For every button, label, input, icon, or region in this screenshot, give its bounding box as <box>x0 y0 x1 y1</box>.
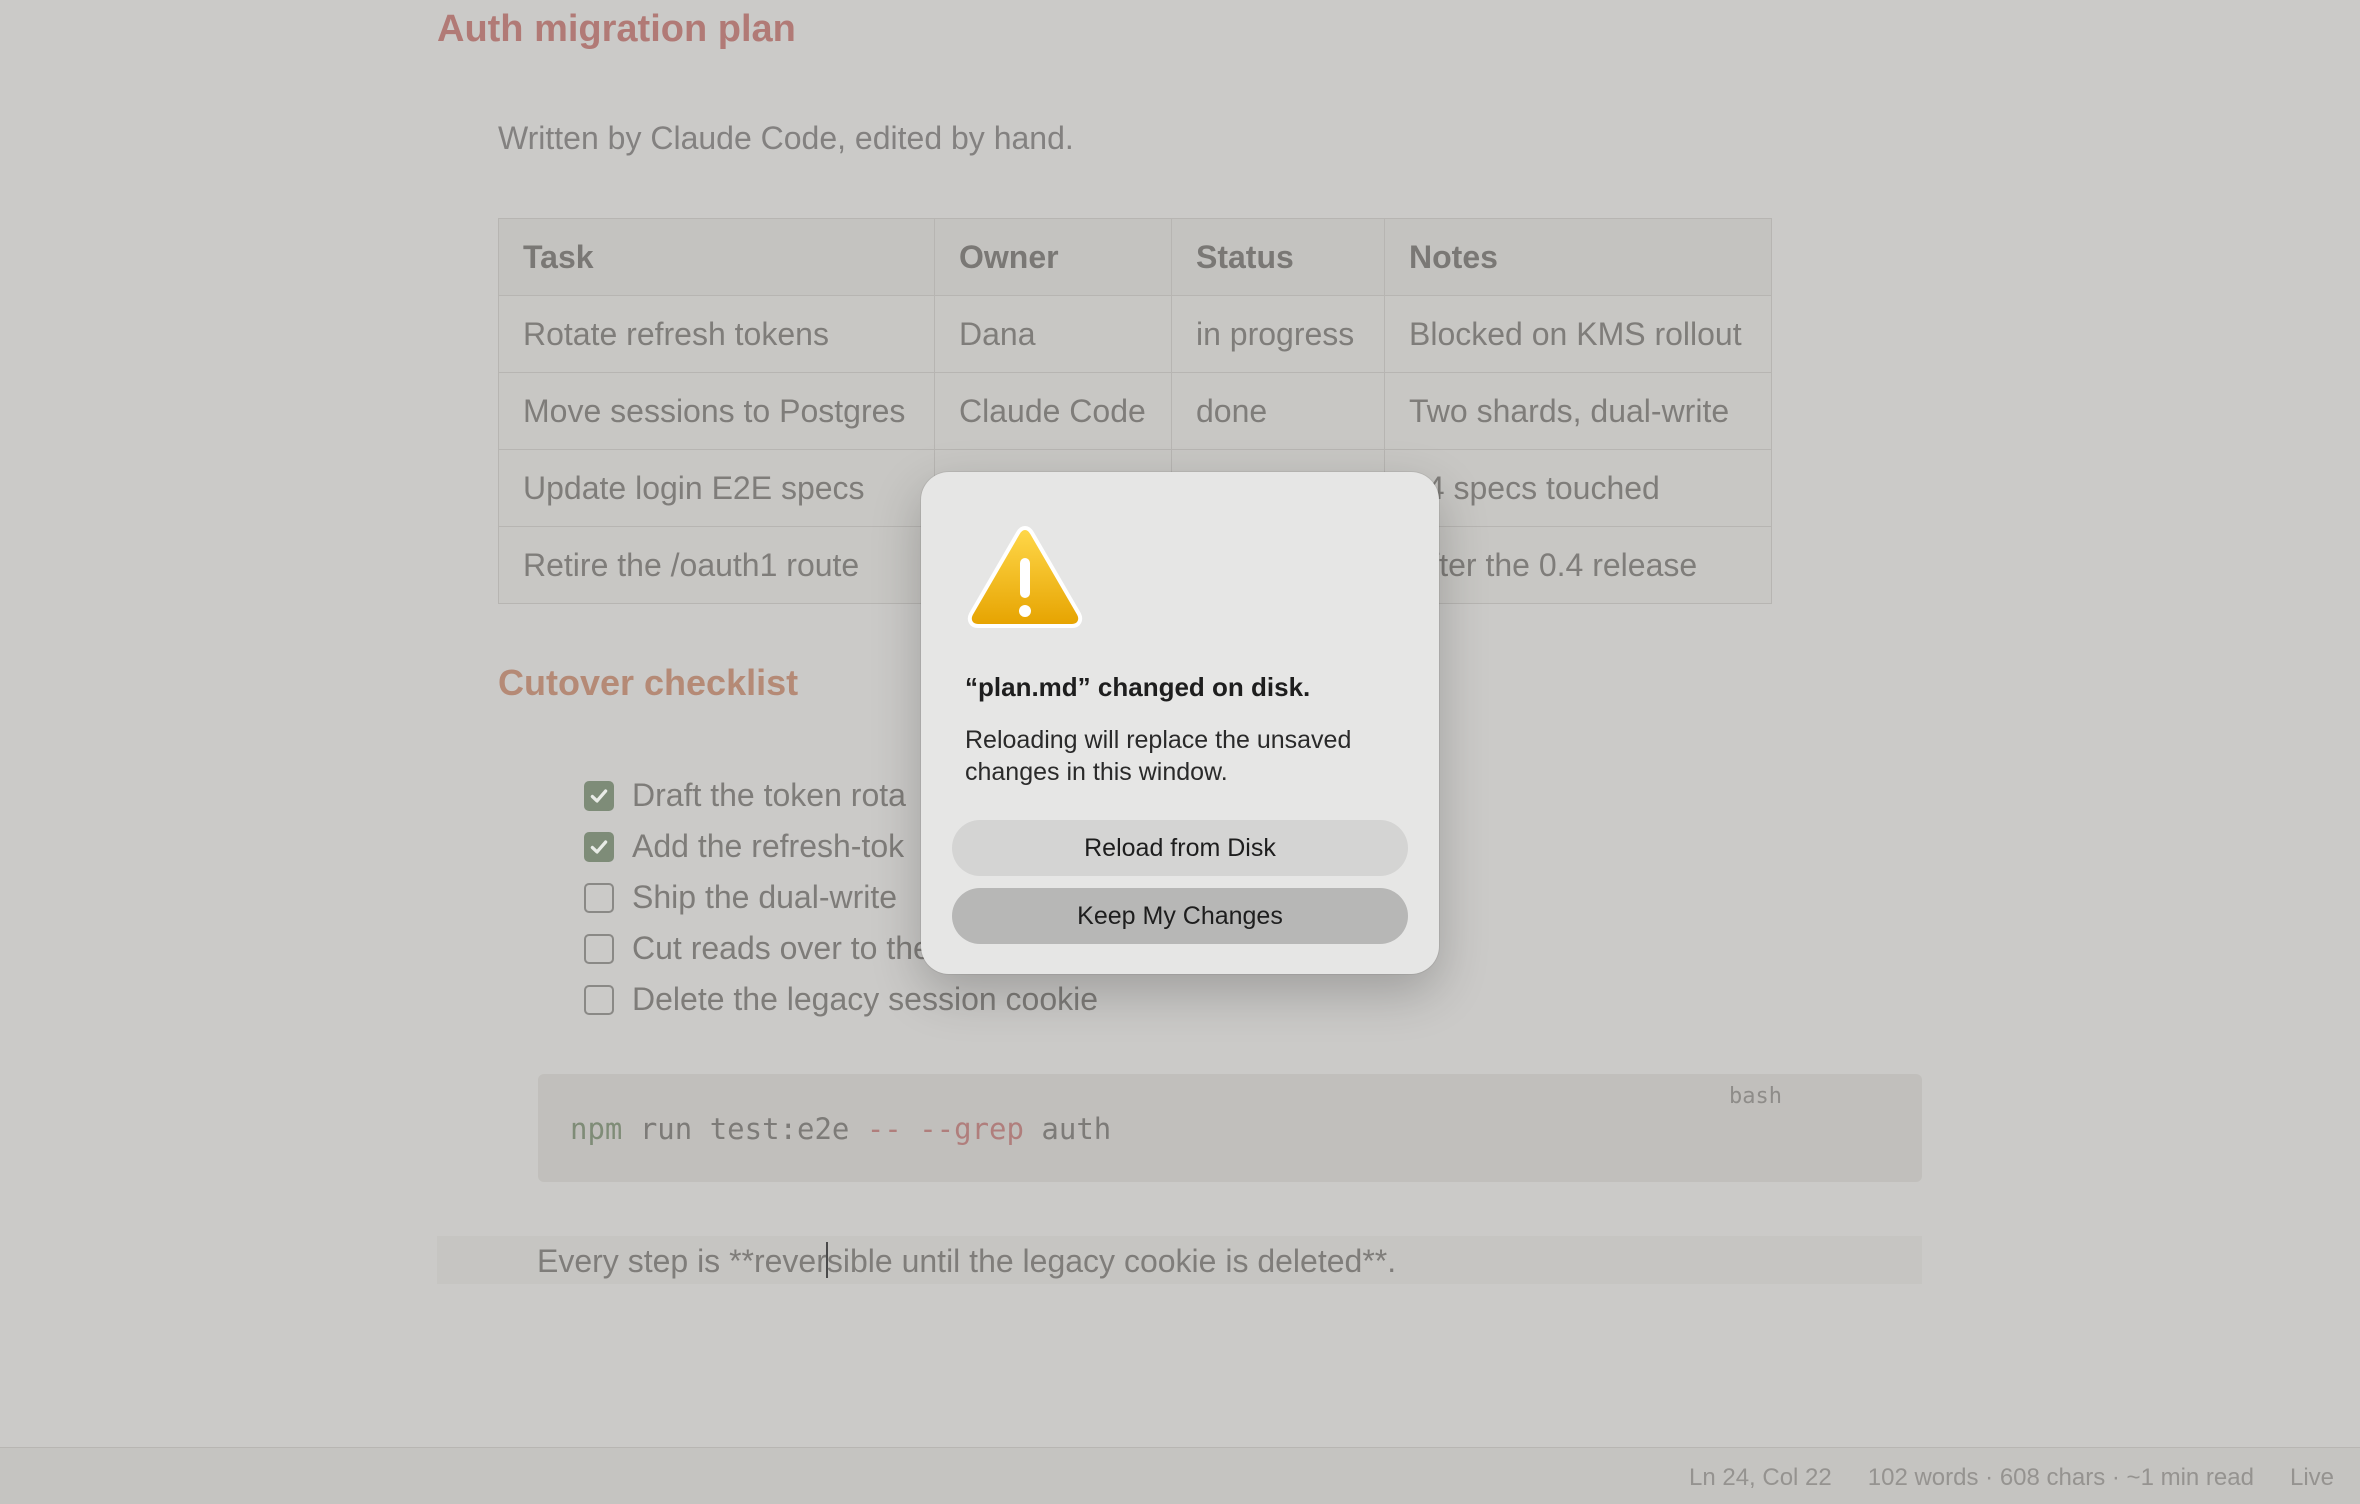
dialog-message: Reloading will replace the unsaved chang… <box>965 726 1352 786</box>
table-cell: Update login E2E specs <box>498 449 935 527</box>
paragraph-before-caret: Every step is **rever <box>537 1243 827 1279</box>
code-language-label: bash <box>1729 1084 1782 1109</box>
checkbox-unchecked[interactable] <box>584 984 614 1015</box>
code-args-tail: auth <box>1023 1112 1112 1146</box>
reload-from-disk-button[interactable]: Reload from Disk <box>952 820 1408 876</box>
current-line-highlight: Every step is **reversible until the leg… <box>437 1236 1922 1284</box>
table-cell: Move sessions to Postgres <box>498 372 935 450</box>
preview-mode[interactable]: Live <box>2290 1464 2334 1492</box>
table-cell: Rotate refresh tokens <box>498 295 935 373</box>
paragraph-after-caret: sible until the legacy cookie is deleted… <box>826 1243 1397 1279</box>
paragraph-text[interactable]: Every step is **reversible until the leg… <box>537 1242 1396 1280</box>
code-flags: -- --grep <box>866 1112 1024 1146</box>
table-cell: Blocked on KMS rollout <box>1384 295 1772 373</box>
table-row: Move sessions to Postgres Claude Code do… <box>498 372 1772 450</box>
keep-my-changes-button[interactable]: Keep My Changes <box>952 888 1408 944</box>
table-header-cell: Task <box>498 218 935 296</box>
table-header-cell: Owner <box>934 218 1172 296</box>
status-bar: Ln 24, Col 22 102 words · 608 chars · ~1… <box>0 1447 2360 1504</box>
list-item: Delete the legacy session cookie <box>584 974 1098 1025</box>
code-command: npm <box>570 1112 623 1146</box>
checklist-heading: Cutover checklist <box>498 662 799 703</box>
table-cell: 14 specs touched <box>1384 449 1772 527</box>
cursor-position: Ln 24, Col 22 <box>1688 1464 1832 1491</box>
code-line: npm run test:e2e -- --grep auth <box>570 1112 1111 1146</box>
table-cell: Two shards, dual-write <box>1384 372 1772 450</box>
table-header-cell: Notes <box>1384 218 1772 296</box>
table-row: Rotate refresh tokens Dana in progress B… <box>498 295 1772 373</box>
file-changed-dialog: “plan.md” changed on disk. Reloading wil… <box>921 472 1439 974</box>
checklist-label: Add the refresh-tok <box>632 828 905 864</box>
document-stats: 102 words · 608 chars · ~1 min read <box>1867 1464 2254 1491</box>
checklist-label: Draft the token rota <box>632 777 906 813</box>
checkbox-unchecked[interactable] <box>584 933 614 964</box>
warning-icon <box>967 526 1083 628</box>
document-heading: Auth migration plan <box>437 8 796 50</box>
checkmark-icon <box>590 788 608 803</box>
table-header-row: Task Owner Status Notes <box>498 218 1772 296</box>
checklist-label: Delete the legacy session cookie <box>632 981 1099 1017</box>
checkmark-icon <box>590 839 608 854</box>
dialog-title: “plan.md” changed on disk. <box>965 672 1311 702</box>
checkbox-checked[interactable] <box>584 780 614 811</box>
code-block: bash npm run test:e2e -- --grep auth <box>538 1074 1922 1182</box>
table-cell: Claude Code <box>934 372 1172 450</box>
table-cell: in progress <box>1171 295 1385 373</box>
table-cell: After the 0.4 release <box>1384 526 1772 604</box>
document-subtitle: Written by Claude Code, edited by hand. <box>498 120 1074 156</box>
checklist-label: Ship the dual-write <box>632 879 898 915</box>
table-cell: Dana <box>934 295 1172 373</box>
checklist-label: Cut reads over to the <box>632 930 931 966</box>
table-header-cell: Status <box>1171 218 1385 296</box>
checkbox-unchecked[interactable] <box>584 882 614 913</box>
code-args: run test:e2e <box>622 1112 867 1146</box>
checkbox-checked[interactable] <box>584 831 614 862</box>
table-cell: Retire the /oauth1 route <box>498 526 935 604</box>
table-cell: done <box>1171 372 1385 450</box>
